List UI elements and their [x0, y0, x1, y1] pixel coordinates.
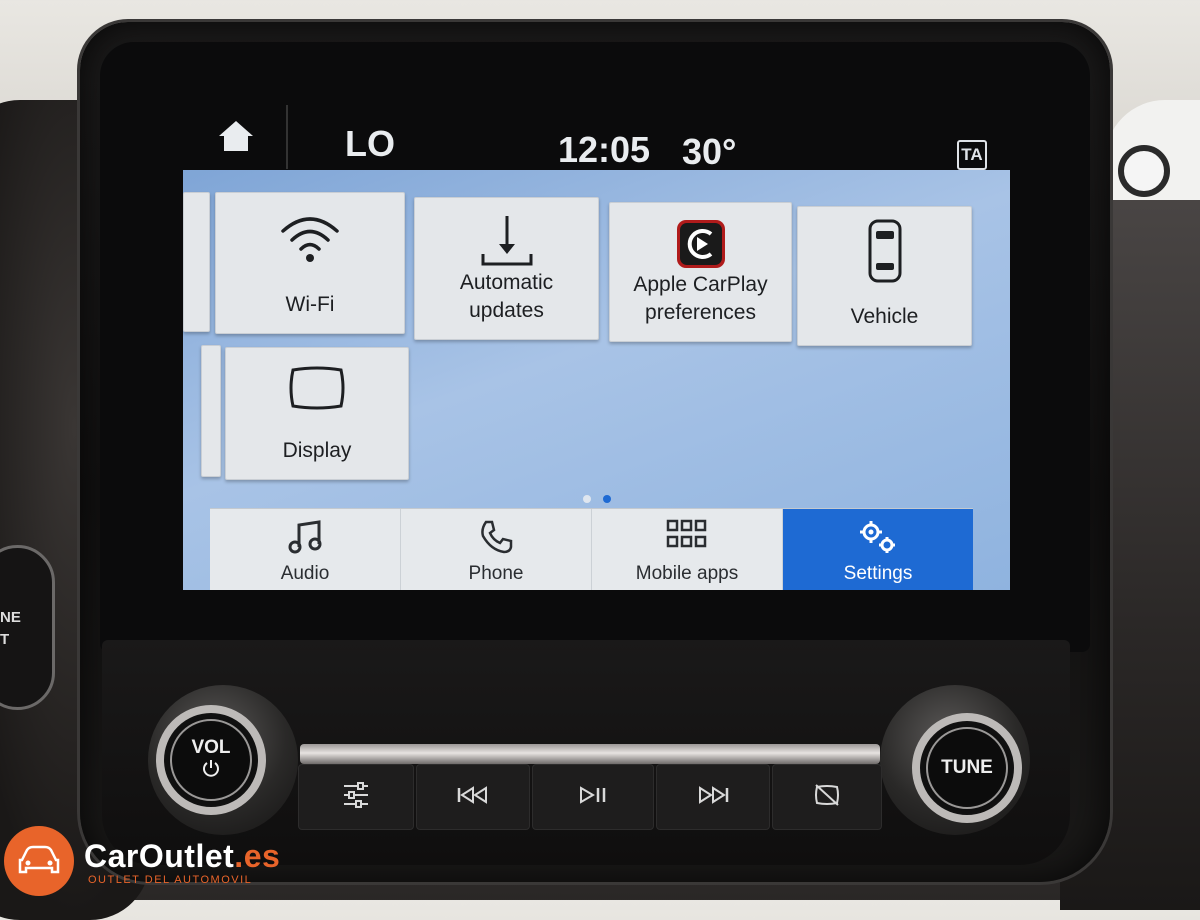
wifi-tile[interactable]: Wi-Fi — [215, 192, 405, 334]
caroutlet-watermark: CarOutlet.es OUTLET DEL AUTOMOVIL — [0, 826, 320, 900]
bottom-nav-bar: Audio Phone Mobile apps Settings — [210, 508, 973, 590]
page-indicator — [583, 490, 619, 508]
app-grid-icon — [666, 519, 708, 555]
clock: 12:05 — [558, 129, 651, 170]
nav-audio[interactable]: Audio — [210, 509, 401, 590]
wifi-icon — [279, 213, 341, 271]
nav-settings-label: Settings — [843, 563, 913, 584]
phone-icon — [478, 519, 514, 561]
play-pause-button[interactable] — [532, 764, 654, 830]
automatic-updates-tile[interactable]: Automatic updates — [414, 197, 599, 340]
download-icon — [479, 212, 535, 278]
caroutlet-brand-tld: .es — [234, 838, 281, 874]
volume-knob-ring — [170, 719, 252, 801]
settings-screen: Wi-Fi Automatic updates Apple CarPlay pr… — [183, 170, 1010, 590]
status-divider — [286, 105, 288, 169]
screen-off-button[interactable] — [772, 764, 882, 830]
carplay-icon — [676, 219, 726, 277]
gears-icon — [858, 519, 898, 561]
background-car-wheel — [1118, 145, 1170, 197]
caroutlet-logo-icon — [4, 826, 74, 896]
traffic-announcement-badge: TA — [957, 140, 987, 170]
nav-settings[interactable]: Settings — [783, 509, 973, 590]
home-icon[interactable] — [217, 119, 255, 158]
chrome-trim — [300, 744, 880, 764]
nav-phone[interactable]: Phone — [401, 509, 592, 590]
nav-mobile-apps[interactable]: Mobile apps — [592, 509, 783, 590]
next-track-button[interactable] — [656, 764, 770, 830]
previous-track-icon — [457, 785, 489, 809]
display-tile-label: Display — [282, 439, 352, 462]
tune-knob[interactable]: TUNE — [880, 685, 1030, 835]
caroutlet-brand-name: CarOutlet — [84, 838, 235, 874]
music-note-icon — [287, 519, 323, 561]
screen-off-icon — [814, 783, 840, 811]
previous-page-tile-stub — [201, 345, 221, 477]
next-track-icon — [697, 785, 729, 809]
volume-knob-face[interactable]: VOL — [156, 705, 266, 815]
equalizer-button[interactable] — [298, 764, 414, 830]
play-pause-icon — [579, 785, 607, 809]
previous-page-tile-stub — [183, 192, 210, 332]
caroutlet-tagline: OUTLET DEL AUTOMOVIL — [88, 874, 253, 886]
nav-phone-label: Phone — [468, 563, 524, 584]
carplay-preferences-tile[interactable]: Apple CarPlay preferences — [609, 202, 792, 342]
volume-knob[interactable]: VOL — [148, 685, 298, 835]
page-dot-2-active[interactable] — [603, 495, 612, 503]
equalizer-icon — [341, 781, 371, 814]
tune-knob-ring — [926, 727, 1008, 809]
display-tile[interactable]: Display — [225, 347, 409, 480]
carplay-preferences-tile-label: Apple CarPlay preferences — [633, 273, 768, 324]
page-dot-1[interactable] — [583, 495, 591, 503]
wifi-tile-label: Wi-Fi — [285, 293, 335, 316]
caroutlet-brand: CarOutlet.es — [84, 838, 280, 875]
nav-mobile-apps-label: Mobile apps — [635, 563, 739, 584]
vehicle-tile[interactable]: Vehicle — [797, 206, 972, 346]
status-bar: LO 12:05 30° TA — [185, 105, 1015, 175]
nav-audio-label: Audio — [280, 563, 330, 584]
car-top-view-icon — [867, 219, 903, 291]
display-icon — [287, 366, 347, 418]
previous-track-button[interactable] — [416, 764, 530, 830]
left-knob-label: NE T — [0, 609, 21, 648]
audio-source: LO — [345, 123, 395, 164]
tune-knob-face[interactable]: TUNE — [912, 713, 1022, 823]
vehicle-tile-label: Vehicle — [850, 305, 919, 328]
outside-temperature: 30° — [682, 131, 737, 172]
